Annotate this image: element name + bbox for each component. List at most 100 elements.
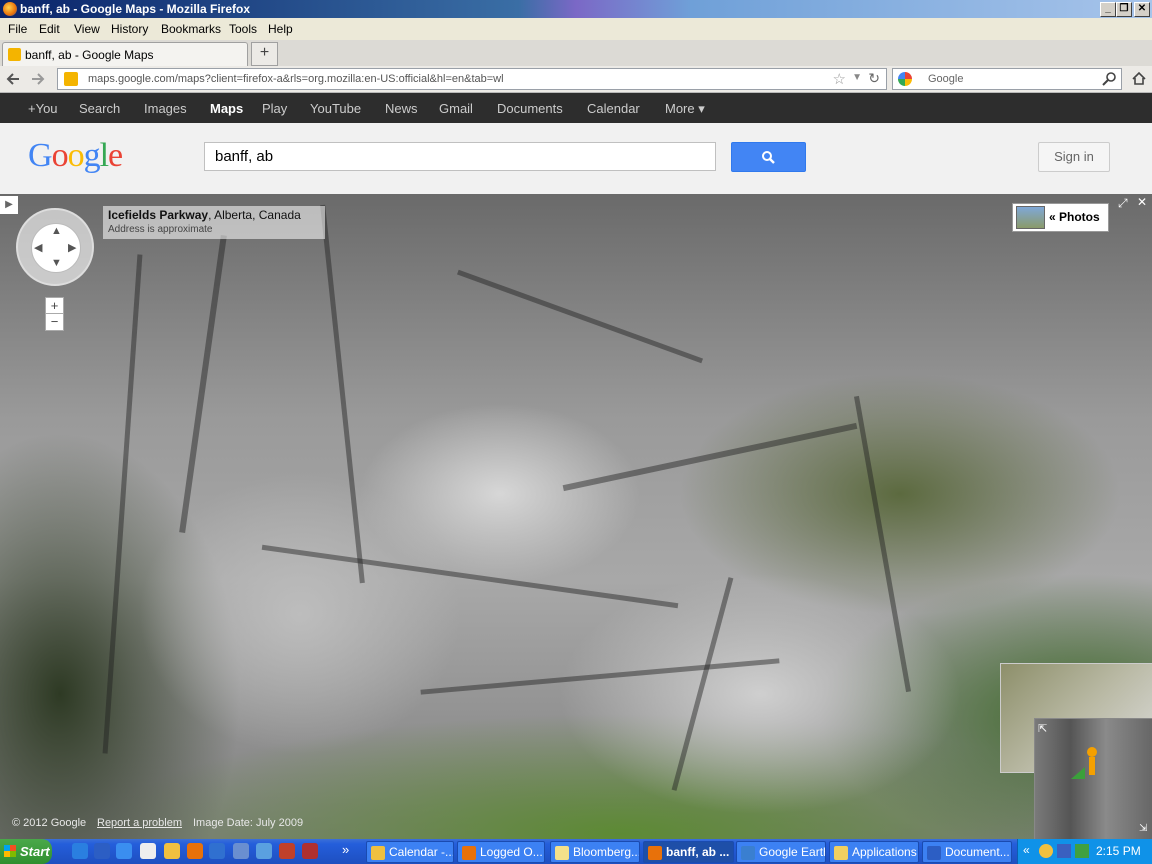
photos-button[interactable]: « Photos <box>1012 203 1109 232</box>
window-title: banff, ab - Google Maps - Mozilla Firefo… <box>20 2 251 16</box>
firefox-icon <box>462 845 476 860</box>
zoom-out-button[interactable]: − <box>45 313 64 331</box>
tray-shield-icon[interactable] <box>1057 844 1071 858</box>
title-bar: banff, ab - Google Maps - Mozilla Firefo… <box>0 0 1152 18</box>
clock-text: 2:15 PM <box>1096 844 1141 858</box>
photos-label: « Photos <box>1049 210 1100 224</box>
gbar-documents[interactable]: Documents <box>497 101 563 116</box>
minimap-expand-icon[interactable]: ⇱ <box>1038 722 1047 735</box>
clock-icon[interactable] <box>164 843 180 859</box>
pegman-icon[interactable] <box>1087 747 1097 757</box>
gbar-more[interactable]: More ▾ <box>665 101 705 117</box>
map-footer: © 2012 Google Report a problem Image Dat… <box>0 815 420 833</box>
menu-history[interactable]: History <box>111 22 148 36</box>
app-icon[interactable] <box>256 843 272 859</box>
report-problem-link[interactable]: Report a problem <box>97 817 182 829</box>
sign-in-button[interactable]: Sign in <box>1038 142 1110 172</box>
minimap-resize-icon[interactable]: ⇲ <box>1139 823 1147 834</box>
reload-icon[interactable]: ↻ <box>868 70 880 87</box>
forward-icon[interactable] <box>30 71 46 87</box>
folder-icon <box>834 845 848 860</box>
close-button[interactable]: ✕ <box>1134 2 1150 17</box>
quicklaunch-more-icon[interactable]: » <box>342 842 349 857</box>
gbar-search[interactable]: Search <box>79 101 120 116</box>
outlook-icon[interactable] <box>116 843 132 859</box>
pan-right-icon[interactable]: ▶ <box>68 241 76 254</box>
home-icon[interactable] <box>1131 70 1147 86</box>
google-logo[interactable]: Google <box>28 137 123 175</box>
address-note: Address is approximate <box>108 224 213 235</box>
minimize-button[interactable]: _ <box>1100 2 1116 17</box>
menu-file[interactable]: File <box>8 22 27 36</box>
taskbar-button-bloomberg[interactable]: Bloomberg... <box>550 841 640 863</box>
taskbar-button-google-earth[interactable]: Google Earth <box>736 841 826 863</box>
firefox-icon <box>3 2 17 16</box>
fullscreen-icon[interactable]: ⤢ <box>1118 196 1128 211</box>
taskbar-button-calendar[interactable]: Calendar -... <box>366 841 454 863</box>
menu-help[interactable]: Help <box>268 22 293 36</box>
gbar-calendar[interactable]: Calendar <box>587 101 640 116</box>
search-icon[interactable] <box>1101 71 1117 87</box>
expand-panel-icon[interactable]: ▶ <box>0 196 18 214</box>
taskbar-button-logged[interactable]: Logged O... <box>457 841 545 863</box>
gbar-maps[interactable]: Maps <box>210 101 243 116</box>
restore-button[interactable]: ❐ <box>1116 2 1132 17</box>
minimap[interactable]: ⇱ ⇲ <box>1034 718 1152 841</box>
taskbar-button-banff[interactable]: banff, ab ... <box>643 841 734 863</box>
tray-network-icon[interactable] <box>1075 844 1089 858</box>
app-icon-2[interactable] <box>279 843 295 859</box>
gbar-news[interactable]: News <box>385 101 418 116</box>
search-icon <box>762 151 775 164</box>
viewing-direction-icon <box>1071 767 1085 779</box>
pan-up-icon[interactable]: ▲ <box>51 225 62 237</box>
taskbar-button-applications[interactable]: Applications <box>829 841 919 863</box>
search-placeholder: Google <box>928 73 964 85</box>
url-bar[interactable]: maps.google.com/maps?client=firefox-a&rl… <box>57 68 887 90</box>
menu-view[interactable]: View <box>74 22 100 36</box>
tray-clock-icon[interactable] <box>1039 844 1053 858</box>
url-text: maps.google.com/maps?client=firefox-a&rl… <box>88 73 504 85</box>
firefox-icon <box>648 845 662 860</box>
close-streetview-icon[interactable]: ✕ <box>1137 195 1147 209</box>
google-engine-icon[interactable] <box>898 72 912 86</box>
mail-icon <box>555 845 569 860</box>
menu-tools[interactable]: Tools <box>229 22 257 36</box>
gbar-you[interactable]: +You <box>28 101 58 116</box>
menu-bar: File Edit View History Bookmarks Tools H… <box>0 18 1152 40</box>
pan-inner[interactable]: ▲ ▼ ◀ ▶ <box>31 223 81 273</box>
maps-search-field[interactable] <box>204 142 716 171</box>
tray-expand-icon[interactable]: « <box>1023 843 1030 857</box>
gbar-images[interactable]: Images <box>144 101 187 116</box>
new-tab-button[interactable]: + <box>251 42 278 66</box>
maps-search-input[interactable] <box>213 147 697 166</box>
menu-edit[interactable]: Edit <box>39 22 60 36</box>
pan-down-icon[interactable]: ▼ <box>51 257 62 269</box>
gbar-gmail[interactable]: Gmail <box>439 101 473 116</box>
gbar-youtube[interactable]: YouTube <box>310 101 361 116</box>
back-icon[interactable] <box>5 71 21 87</box>
pan-control[interactable]: ▲ ▼ ◀ ▶ <box>16 208 94 286</box>
firefox-quicklaunch-icon[interactable] <box>187 843 203 859</box>
site-identity-icon <box>64 72 78 86</box>
taskbar-button-document[interactable]: Document... <box>922 841 1012 863</box>
word-icon[interactable] <box>94 843 110 859</box>
street-view-panorama[interactable] <box>0 194 1152 839</box>
menu-bookmarks[interactable]: Bookmarks <box>161 22 221 36</box>
pan-left-icon[interactable]: ◀ <box>34 241 42 254</box>
google-earth-icon <box>741 845 755 860</box>
system-tray: « 2:15 PM <box>1017 839 1152 864</box>
image-date-text: Image Date: July 2009 <box>193 817 304 829</box>
browser-search-box[interactable]: Google <box>892 68 1122 90</box>
gbar-play[interactable]: Play <box>262 101 287 116</box>
calendar-icon <box>371 845 385 860</box>
history-dropdown-icon[interactable]: ▼ <box>852 72 862 83</box>
ie-icon[interactable] <box>72 843 88 859</box>
start-button[interactable]: Start <box>0 839 52 864</box>
bookmark-star-icon[interactable]: ☆ <box>833 70 846 88</box>
media-player-icon[interactable] <box>209 843 225 859</box>
explorer-icon[interactable] <box>233 843 249 859</box>
maps-search-button[interactable] <box>731 142 806 172</box>
calculator-icon[interactable] <box>140 843 156 859</box>
tab-google-maps[interactable]: banff, ab - Google Maps <box>2 42 248 67</box>
a-z-icon[interactable] <box>302 843 318 859</box>
